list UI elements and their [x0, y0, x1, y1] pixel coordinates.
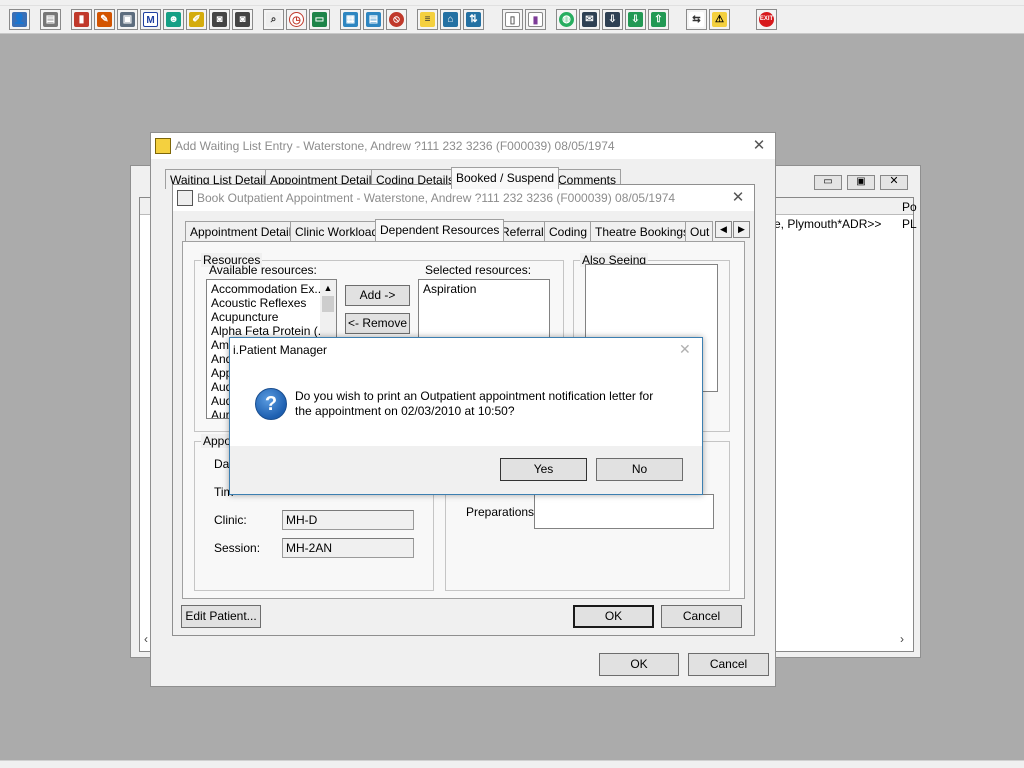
minimize-button[interactable]: ▭	[814, 175, 842, 190]
list-header-cell[interactable]: Po	[902, 200, 917, 214]
dialog-title: i.Patient Manager	[233, 343, 328, 357]
person-icon[interactable]: ☻	[163, 9, 184, 30]
yes-button[interactable]: Yes	[500, 458, 587, 481]
swap-icon[interactable]: ⇆	[686, 9, 707, 30]
date-label: Da	[214, 457, 230, 471]
tab-appointment-details[interactable]: Appointment Details	[185, 221, 303, 241]
chart-icon[interactable]: ▦	[340, 9, 361, 30]
tab-booked-suspend[interactable]: Booked / Suspend	[451, 167, 560, 189]
preparations-field[interactable]	[534, 494, 714, 529]
scroll-thumb[interactable]	[322, 296, 334, 312]
edit-icon[interactable]: ✐	[186, 9, 207, 30]
book-cancel-button[interactable]: Cancel	[661, 605, 742, 628]
envelope-icon	[177, 190, 193, 206]
dialog-footer: Yes No	[230, 446, 702, 494]
screen-icon[interactable]: ▭	[309, 9, 330, 30]
print-icon[interactable]: ▤	[40, 9, 61, 30]
list-item[interactable]: Alpha Feta Protein (...	[207, 324, 321, 338]
note-icon	[155, 138, 171, 154]
close-icon[interactable]: ✕	[750, 137, 768, 155]
note-icon[interactable]: ≡	[417, 9, 438, 30]
camera-icon[interactable]: ◙	[209, 9, 230, 30]
close-button[interactable]: ✕	[880, 175, 908, 190]
question-icon: ?	[255, 388, 287, 420]
inbox-icon[interactable]: ⇩	[602, 9, 623, 30]
list-item[interactable]: Acupuncture	[207, 310, 321, 324]
main-toolbar: 👤 ▤ ▮ ✎ ▣ M ☻ ✐ ◙ ◙ ⌕ ◷ ▭ ▦ ▤ ⦸ ≡ ⌂ ⇅ ▯ …	[0, 0, 1024, 34]
edit-patient-button[interactable]: Edit Patient...	[181, 605, 261, 628]
warning-icon[interactable]: ⚠	[709, 9, 730, 30]
waiting-list-ok-button[interactable]: OK	[599, 653, 679, 676]
dialog-close-icon[interactable]: ✕	[679, 341, 691, 358]
close-icon[interactable]: ✕	[729, 189, 747, 207]
available-resources-label: Available resources:	[209, 263, 317, 277]
remove-resource-button[interactable]: <- Remove	[345, 313, 410, 334]
scanner-icon[interactable]: ▣	[117, 9, 138, 30]
selected-resources-label: Selected resources:	[425, 263, 532, 277]
tab-coding[interactable]: Coding	[544, 221, 593, 241]
tab-scroll-right-icon[interactable]: ▶	[733, 221, 750, 238]
export-icon[interactable]: ⇧	[648, 9, 669, 30]
notes-icon[interactable]: ✎	[94, 9, 115, 30]
transfer-icon[interactable]: ⇅	[463, 9, 484, 30]
list-item[interactable]: Acoustic Reflexes	[207, 296, 321, 310]
no-button[interactable]: No	[596, 458, 683, 481]
tab-theatre-bookings[interactable]: Theatre Bookings	[590, 221, 695, 241]
camera2-icon[interactable]: ◙	[232, 9, 253, 30]
list-cell-address: e, Plymouth*ADR>>	[774, 217, 882, 231]
book-ok-button[interactable]: OK	[573, 605, 654, 628]
bar-chart-icon[interactable]: ▮	[525, 9, 546, 30]
m-icon[interactable]: M	[140, 9, 161, 30]
dialog-message-line2: the appointment on 02/03/2010 at 10:50?	[295, 404, 515, 418]
add-resource-button[interactable]: Add ->	[345, 285, 410, 306]
bed-icon[interactable]: ⌂	[440, 9, 461, 30]
tab-clinic-workload[interactable]: Clinic Workload	[290, 221, 384, 241]
document-icon[interactable]: ▯	[502, 9, 523, 30]
exit-icon[interactable]: EXIT	[756, 9, 777, 30]
outbox-icon[interactable]: ⇩	[625, 9, 646, 30]
patient-icon[interactable]: 👤	[9, 9, 30, 30]
book-outpatient-tabs: Appointment Details Clinic Workload Depe…	[185, 219, 750, 241]
tab-scroll-left-icon[interactable]: ◀	[715, 221, 732, 238]
preparations-label: Preparations:	[466, 505, 538, 519]
maximize-button[interactable]: ▣	[847, 175, 875, 190]
waiting-list-titlebar: Add Waiting List Entry - Waterstone, And…	[151, 133, 775, 159]
status-bar	[0, 760, 1024, 768]
globe-icon[interactable]: ◍	[556, 9, 577, 30]
list-item[interactable]: Aspiration	[419, 282, 547, 296]
stop-icon[interactable]: ⦸	[386, 9, 407, 30]
dialog-message-line1: Do you wish to print an Outpatient appoi…	[295, 389, 654, 403]
clinic-field: MH-D	[282, 510, 414, 530]
session-field: MH-2AN	[282, 538, 414, 558]
scroll-up-icon[interactable]: ▲	[320, 280, 336, 296]
tab-outcome[interactable]: Out	[685, 221, 713, 241]
print-letter-dialog: i.Patient Manager ✕ ? Do you wish to pri…	[229, 337, 703, 495]
tab-dependent-resources[interactable]: Dependent Resources	[375, 219, 505, 241]
session-label: Session:	[214, 541, 261, 555]
list-item[interactable]: Accommodation Ex...	[207, 282, 321, 296]
letter-icon[interactable]: ✉	[579, 9, 600, 30]
book-outpatient-title: Book Outpatient Appointment - Waterstone…	[197, 191, 676, 205]
search-icon[interactable]: ⌕	[263, 9, 284, 30]
monitor-icon[interactable]: ▤	[363, 9, 384, 30]
book-icon[interactable]: ▮	[71, 9, 92, 30]
menu-strip	[0, 0, 1024, 6]
clock-icon[interactable]: ◷	[286, 9, 307, 30]
clinic-label: Clinic:	[214, 513, 247, 527]
waiting-list-title: Add Waiting List Entry - Waterstone, And…	[175, 139, 615, 153]
list-cell-postcode: PL	[902, 217, 917, 231]
scroll-left-arrow[interactable]: ‹	[144, 632, 148, 646]
scroll-right-arrow[interactable]: ›	[900, 632, 904, 646]
waiting-list-cancel-button[interactable]: Cancel	[688, 653, 769, 676]
